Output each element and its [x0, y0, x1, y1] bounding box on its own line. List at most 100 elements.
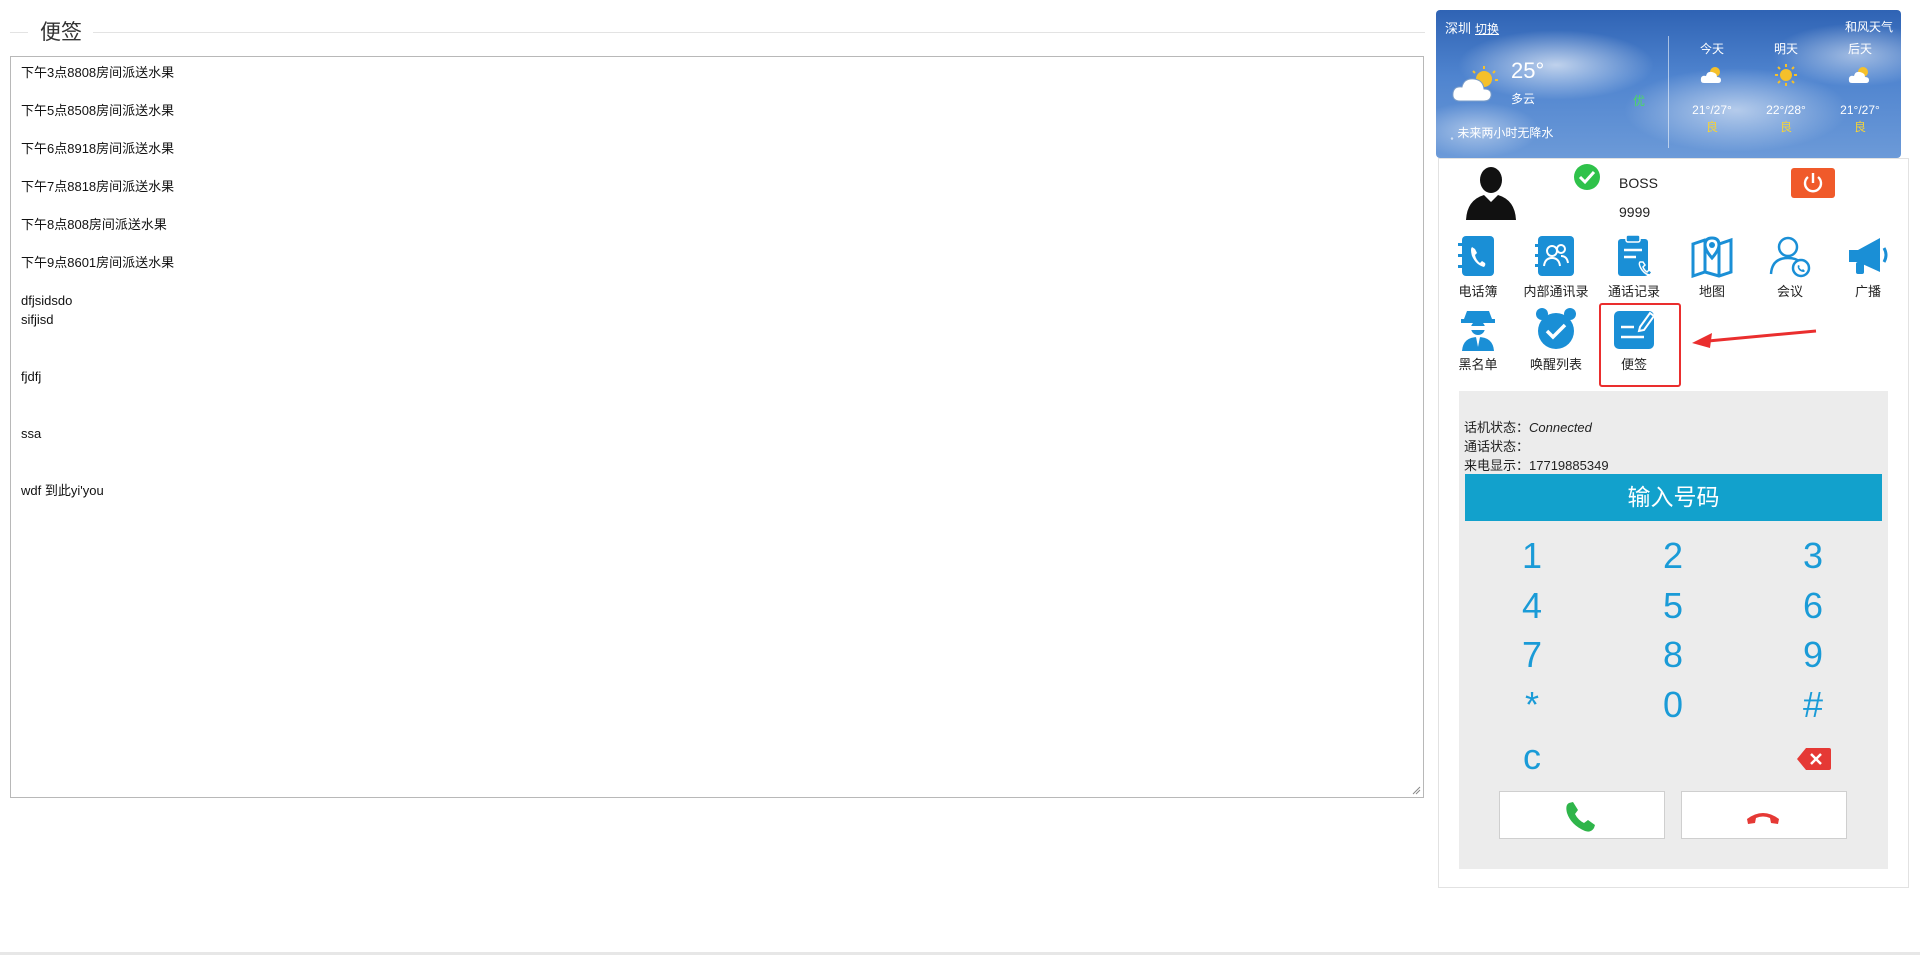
app-label: 电话簿 [1458, 284, 1498, 299]
hangup-button[interactable] [1681, 791, 1847, 839]
key-2[interactable]: 2 [1643, 536, 1703, 576]
key-1[interactable]: 1 [1502, 536, 1562, 576]
key-4[interactable]: 4 [1502, 586, 1562, 626]
note-line: 下午9点8601房间派送水果 [21, 255, 175, 270]
highlight-box [1599, 303, 1681, 387]
note-line: 下午6点8918房间派送水果 [21, 141, 175, 156]
call-button[interactable] [1499, 791, 1665, 839]
panel-title: 便签 [40, 21, 82, 44]
contacts-book-icon [1535, 236, 1574, 276]
note-line: ssa [21, 426, 42, 441]
note-line [21, 405, 1413, 424]
note-line [21, 329, 1413, 348]
key-9[interactable]: 9 [1783, 635, 1843, 675]
call-status: 通话状态： [1464, 436, 1529, 455]
note-line [21, 158, 1413, 177]
rain-forecast: ˳ 未来两小时无降水 [1450, 124, 1553, 141]
app-blacklist[interactable]: 黑名单 [1437, 307, 1519, 373]
note-line [21, 462, 1413, 481]
city-name: 深圳 [1445, 21, 1472, 36]
status-label: 来电显示： [1464, 458, 1530, 473]
weather-widget: 深圳 切换 和风天气 25° 多云 优 ˳ 未来两小时无降水 今天 21°/27°… [1436, 10, 1901, 158]
note-line: 下午7点8818房间派送水果 [21, 179, 175, 194]
clear-button[interactable]: c [1502, 737, 1562, 777]
forecast-day-name: 明天 [1773, 42, 1798, 56]
current-condition: 多云 [1511, 92, 1536, 106]
key-hash[interactable]: # [1783, 685, 1843, 725]
note-line [21, 443, 1413, 462]
note-line: 下午5点8508房间派送水果 [21, 103, 175, 118]
app-call-log[interactable]: 通话记录 [1593, 234, 1675, 300]
forecast-day-name: 今天 [1699, 42, 1724, 56]
key-8[interactable]: 8 [1643, 635, 1703, 675]
call-log-icon [1618, 234, 1654, 276]
caller-id: 来电显示：17719885349 [1464, 455, 1609, 474]
app-map[interactable]: 地图 [1671, 234, 1753, 300]
key-5[interactable]: 5 [1643, 586, 1703, 626]
app-broadcast[interactable]: 广播 [1827, 234, 1909, 300]
partly-cloudy-icon [1828, 63, 1892, 95]
forecast-temp: 22°/28° [1766, 103, 1806, 117]
app-label: 地图 [1698, 284, 1725, 299]
partly-cloudy-icon [1680, 63, 1744, 95]
logout-button[interactable] [1791, 168, 1835, 198]
status-value: 17719885349 [1529, 458, 1609, 473]
weather-divider [1668, 36, 1669, 148]
note-line: fjdfj [21, 369, 42, 384]
app-internal-directory[interactable]: 内部通讯录 [1515, 234, 1597, 300]
app-label: 唤醒列表 [1529, 357, 1582, 372]
switch-city-link[interactable]: 切换 [1475, 22, 1499, 36]
app-wakeup-list[interactable]: 唤醒列表 [1515, 307, 1597, 373]
note-line: 下午3点8808房间派送水果 [21, 65, 175, 80]
key-3[interactable]: 3 [1783, 536, 1843, 576]
note-line: sifjisd [21, 312, 54, 327]
status-label: 通话状态： [1464, 439, 1530, 454]
backspace-icon[interactable] [1796, 746, 1832, 772]
megaphone-icon [1849, 238, 1888, 274]
app-label: 会议 [1776, 284, 1803, 299]
app-label: 通话记录 [1607, 284, 1660, 299]
note-line: wdf 到此yi'you [21, 483, 104, 498]
forecast-quality: 良 [1779, 120, 1792, 134]
app-phonebook[interactable]: 电话簿 [1437, 234, 1519, 300]
app-label: 黑名单 [1458, 357, 1498, 372]
note-line [21, 82, 1413, 101]
weather-city: 深圳 切换 [1445, 18, 1499, 37]
forecast-day: 明天 22°/28° 良 [1754, 40, 1818, 135]
key-7[interactable]: 7 [1502, 635, 1562, 675]
note-textarea[interactable]: 下午3点8808房间派送水果 下午5点8508房间派送水果 下午6点8918房间派送… [10, 56, 1424, 798]
sun-icon [1754, 63, 1818, 95]
forecast-day-name: 后天 [1847, 42, 1872, 56]
legend-line [10, 32, 28, 33]
legend-line [93, 32, 1425, 33]
note-line [21, 272, 1413, 291]
red-arrow-icon [1692, 329, 1817, 348]
note-line [21, 348, 1413, 367]
aqi-badge: 优 [1633, 94, 1646, 108]
map-icon [1691, 236, 1733, 278]
meeting-icon [1769, 236, 1811, 278]
raindrop-icon: ˳ [1450, 126, 1454, 140]
phone-status: 话机状态：Connected [1464, 417, 1592, 436]
number-input[interactable]: 输入号码 [1465, 474, 1882, 521]
note-line [21, 386, 1413, 405]
alarm-clock-icon [1536, 308, 1576, 349]
rain-text: 未来两小时无降水 [1457, 126, 1554, 140]
key-star[interactable]: * [1502, 685, 1562, 725]
phonebook-icon [1458, 236, 1494, 276]
forecast-quality: 良 [1705, 120, 1718, 134]
phone-hangup-icon [1747, 813, 1779, 824]
user-extension: 9999 [1619, 204, 1651, 220]
online-status-icon [1574, 164, 1600, 190]
key-6[interactable]: 6 [1783, 586, 1843, 626]
note-line [21, 120, 1413, 139]
current-temp: 25° [1511, 58, 1545, 83]
blacklist-icon [1461, 311, 1495, 351]
forecast-temp: 21°/27° [1692, 103, 1732, 117]
weather-brand[interactable]: 和风天气 [1845, 18, 1893, 35]
app-label: 内部通讯录 [1523, 284, 1589, 299]
key-0[interactable]: 0 [1643, 685, 1703, 725]
resize-grip-icon[interactable] [1411, 785, 1421, 795]
note-line [21, 234, 1413, 253]
app-meeting[interactable]: 会议 [1749, 234, 1831, 300]
